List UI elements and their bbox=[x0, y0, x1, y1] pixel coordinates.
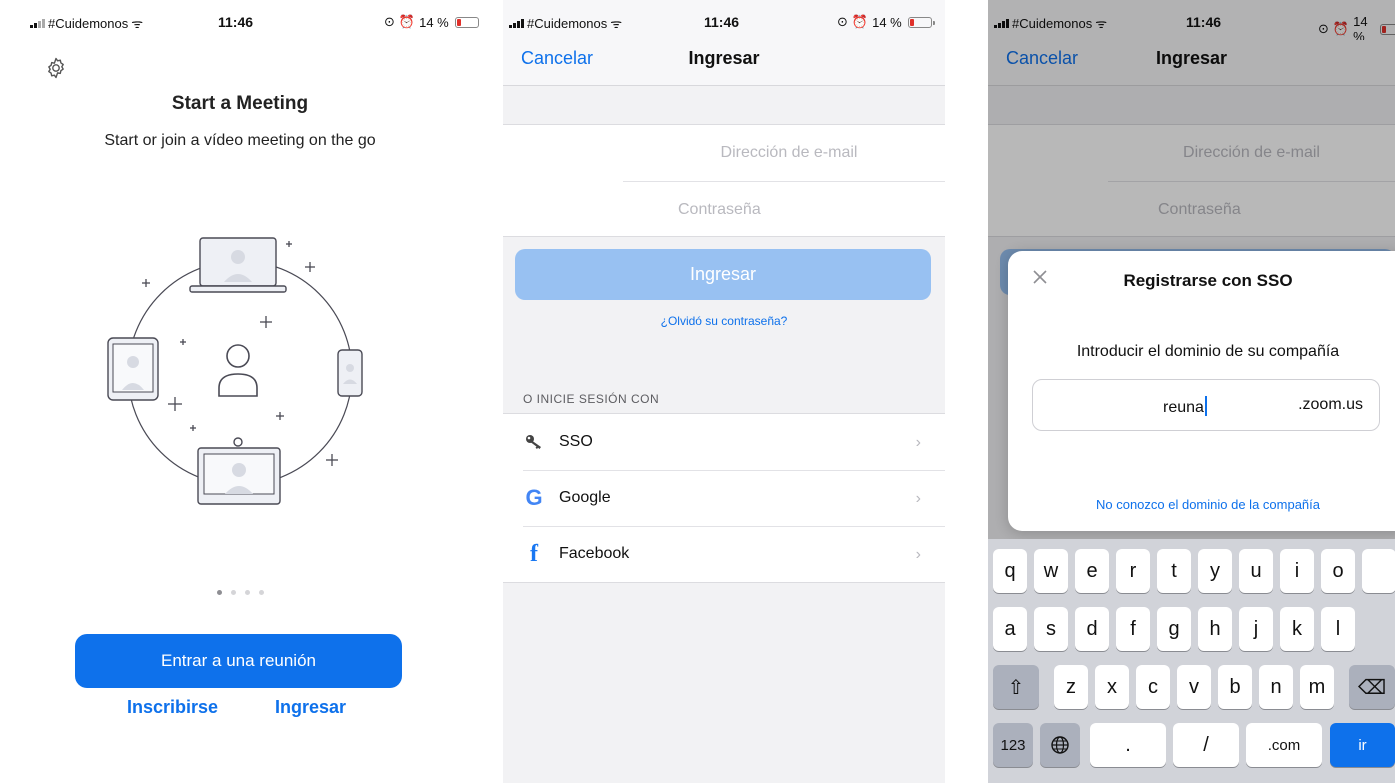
provider-facebook[interactable]: f Facebook › bbox=[503, 526, 945, 582]
carrier-name: #Cuidemonos bbox=[48, 15, 129, 31]
start-meeting-screen: #Cuidemonos ᯤ 11:46 ⊙ ⏰ 14 % Start a Mee… bbox=[0, 0, 480, 783]
signin-link[interactable]: Ingresar bbox=[275, 697, 346, 718]
domain-prompt: Introducir el dominio de su compañía bbox=[1076, 343, 1340, 360]
google-icon: G bbox=[525, 485, 543, 510]
carrier-name: #Cuidemonos bbox=[527, 15, 608, 31]
section-label: O INICIE SESIÓN CON bbox=[523, 392, 660, 406]
key-z[interactable]: z bbox=[1054, 665, 1088, 709]
battery-percent: 14 % bbox=[872, 14, 902, 30]
domain-field[interactable]: reuna .zoom.us bbox=[1032, 379, 1380, 431]
status-bar: #Cuidemonos ᯤ 11:46 ⊙ ⏰ 14 % bbox=[0, 0, 480, 40]
key-q[interactable]: q bbox=[993, 549, 1027, 593]
provider-label: SSO bbox=[559, 433, 593, 450]
page-indicator[interactable] bbox=[0, 590, 480, 595]
signup-link[interactable]: Inscribirse bbox=[127, 697, 218, 718]
lock-rotation-icon: ⊙ bbox=[837, 14, 848, 29]
provider-label: Facebook bbox=[559, 545, 630, 562]
key-t[interactable]: t bbox=[1157, 549, 1191, 593]
key-k[interactable]: k bbox=[1280, 607, 1314, 651]
numbers-key[interactable]: 123 bbox=[993, 723, 1033, 767]
status-time: 11:46 bbox=[218, 14, 254, 30]
dialog-title: Registrarse con SSO bbox=[1123, 271, 1293, 290]
forgot-password-link[interactable]: ¿Olvidó su contraseña? bbox=[503, 314, 945, 328]
provider-sso[interactable]: SSO › bbox=[503, 414, 945, 470]
credentials-form: Dirección de e-mail Contraseña bbox=[503, 124, 945, 237]
facebook-icon: f bbox=[530, 540, 538, 567]
alarm-icon: ⏰ bbox=[398, 14, 416, 29]
key-s[interactable]: s bbox=[1034, 607, 1068, 651]
go-key[interactable]: ir bbox=[1330, 723, 1395, 767]
key-v[interactable]: v bbox=[1177, 665, 1211, 709]
key-c[interactable]: c bbox=[1136, 665, 1170, 709]
key-f[interactable]: f bbox=[1116, 607, 1150, 651]
key-e[interactable]: e bbox=[1075, 549, 1109, 593]
chevron-right-icon: › bbox=[915, 434, 921, 451]
password-field[interactable]: Contraseña bbox=[623, 181, 945, 237]
page-dot bbox=[230, 590, 236, 595]
domain-suffix: .zoom.us bbox=[1298, 396, 1363, 413]
page-subtitle: Start or join a vídeo meeting on the go bbox=[104, 132, 376, 149]
sso-dialog: Registrarse con SSO Introducir el domini… bbox=[1008, 251, 1395, 531]
status-bar: #Cuidemonos ᯤ 11:46 ⊙ ⏰ 14 % bbox=[503, 0, 945, 40]
keyboard: q w e r t y u i o a s d f g h j k l ⇧ z … bbox=[988, 539, 1395, 783]
key-w[interactable]: w bbox=[1034, 549, 1068, 593]
key-h[interactable]: h bbox=[1198, 607, 1232, 651]
page-dot bbox=[244, 590, 250, 595]
text-caret bbox=[1204, 396, 1207, 416]
lock-rotation-icon: ⊙ bbox=[384, 14, 395, 29]
key-x[interactable]: x bbox=[1095, 665, 1129, 709]
provider-list: SSO › G Google › f Facebook › bbox=[503, 413, 945, 583]
key-r[interactable]: r bbox=[1116, 549, 1150, 593]
page-title: Start a Meeting bbox=[171, 93, 309, 114]
wifi-icon: ᯤ bbox=[131, 16, 144, 31]
shift-key[interactable]: ⇧ bbox=[993, 665, 1039, 709]
wifi-icon: ᯤ bbox=[610, 16, 623, 31]
backspace-key[interactable]: ⌫ bbox=[1349, 665, 1395, 709]
battery-percent: 14 % bbox=[419, 14, 449, 30]
page-dot bbox=[216, 590, 222, 595]
key-b[interactable]: b bbox=[1218, 665, 1252, 709]
alarm-icon: ⏰ bbox=[851, 14, 869, 29]
key-o[interactable]: o bbox=[1321, 549, 1355, 593]
gear-icon[interactable] bbox=[44, 56, 68, 80]
unknown-domain-link[interactable]: No conozco el dominio de la compañía bbox=[1008, 497, 1395, 512]
chevron-right-icon: › bbox=[915, 490, 921, 507]
provider-label: Google bbox=[559, 489, 611, 506]
key-d[interactable]: d bbox=[1075, 607, 1109, 651]
key-i[interactable]: i bbox=[1280, 549, 1314, 593]
dot-key[interactable]: . bbox=[1090, 723, 1166, 767]
domain-input-value: reuna bbox=[1163, 399, 1204, 416]
signal-icon bbox=[509, 18, 524, 28]
slash-key[interactable]: / bbox=[1173, 723, 1239, 767]
key-icon bbox=[523, 431, 545, 453]
key-n[interactable]: n bbox=[1259, 665, 1293, 709]
signin-button[interactable]: Ingresar bbox=[515, 249, 931, 300]
status-time: 11:46 bbox=[704, 14, 740, 30]
key-p[interactable] bbox=[1362, 549, 1395, 593]
key-l[interactable]: l bbox=[1321, 607, 1355, 651]
email-field[interactable]: Dirección de e-mail bbox=[503, 125, 945, 181]
nav-title: Ingresar bbox=[688, 48, 760, 68]
key-a[interactable]: a bbox=[993, 607, 1027, 651]
page-dot bbox=[258, 590, 264, 595]
key-g[interactable]: g bbox=[1157, 607, 1191, 651]
battery-icon bbox=[907, 16, 935, 28]
nav-bar: Cancelar Ingresar bbox=[503, 40, 945, 86]
chevron-right-icon: › bbox=[915, 546, 921, 563]
battery-icon bbox=[454, 16, 480, 28]
dotcom-key[interactable]: .com bbox=[1246, 723, 1322, 767]
join-meeting-button[interactable]: Entrar a una reunión bbox=[75, 634, 402, 688]
meeting-illustration bbox=[107, 237, 363, 505]
key-m[interactable]: m bbox=[1300, 665, 1334, 709]
sso-screen: #Cuidemonos ᯤ 11:46 ⊙ ⏰ 14 % Cancelar In… bbox=[988, 0, 1395, 783]
signal-icon bbox=[30, 18, 45, 28]
provider-google[interactable]: G Google › bbox=[503, 470, 945, 526]
globe-icon[interactable] bbox=[1040, 723, 1080, 767]
login-screen: #Cuidemonos ᯤ 11:46 ⊙ ⏰ 14 % Cancelar In… bbox=[503, 0, 945, 783]
key-j[interactable]: j bbox=[1239, 607, 1273, 651]
key-u[interactable]: u bbox=[1239, 549, 1273, 593]
key-y[interactable]: y bbox=[1198, 549, 1232, 593]
